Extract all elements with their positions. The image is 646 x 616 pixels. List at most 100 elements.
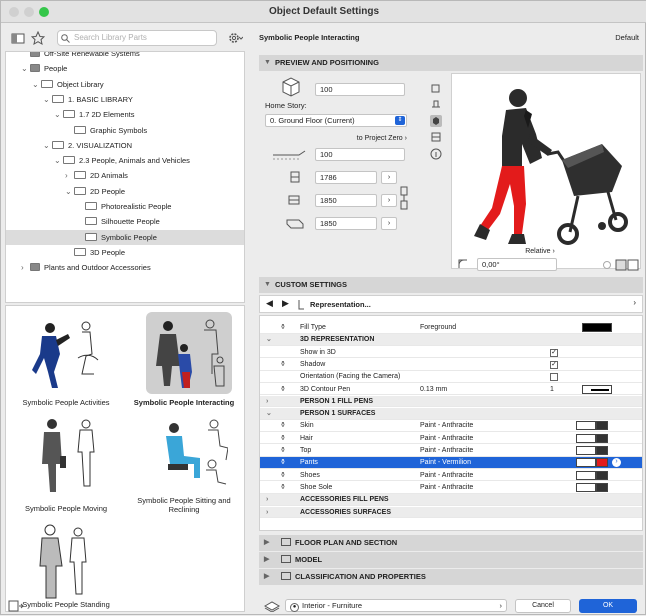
width-arrow-button[interactable]: › bbox=[381, 171, 397, 184]
elevation-field[interactable]: 100 bbox=[315, 83, 405, 96]
param-row[interactable]: › PERSON 1 FILL PENS bbox=[260, 395, 642, 408]
tree-item[interactable]: ⌄ Object Library bbox=[6, 77, 244, 92]
width-icon bbox=[290, 171, 300, 183]
section-header[interactable]: ▶ MODEL bbox=[259, 552, 643, 568]
to-project-zero-button[interactable]: to Project Zero › bbox=[343, 133, 407, 146]
tree-item[interactable]: ⌄ 1. BASIC LIBRARY bbox=[6, 92, 244, 107]
surface-picker-button[interactable]: › bbox=[612, 458, 621, 468]
depth-field[interactable]: 1850 bbox=[315, 194, 377, 207]
library-manager-icon[interactable] bbox=[7, 599, 25, 613]
tree-chevron-icon[interactable]: ⌄ bbox=[54, 153, 63, 168]
next-page-button[interactable]: ▶ bbox=[282, 298, 289, 309]
param-type-icon: ⚱ bbox=[280, 422, 286, 430]
thumb-interacting[interactable]: Symbolic People Interacting bbox=[128, 312, 240, 412]
layer-select[interactable]: ● Interior - Furniture › bbox=[285, 599, 507, 612]
tree-item[interactable]: › 2D Animals bbox=[6, 168, 244, 183]
height-field[interactable]: 1850 bbox=[315, 217, 377, 230]
search-placeholder: Search Library Parts bbox=[74, 33, 147, 42]
param-row[interactable]: ⚱ Shoe Sole Paint - Anthracite bbox=[260, 482, 642, 494]
object-box-icon bbox=[282, 77, 300, 97]
tree-item[interactable]: Off-Site Renewable Systems bbox=[6, 52, 244, 61]
tree-item[interactable]: Silhouette People bbox=[6, 214, 244, 229]
param-row[interactable]: › ACCESSORIES FILL PENS bbox=[260, 494, 642, 506]
tree-item[interactable]: Graphic Symbols bbox=[6, 123, 244, 138]
height-arrow-button[interactable]: › bbox=[381, 217, 397, 230]
param-name: ACCESSORIES FILL PENS bbox=[300, 496, 389, 504]
expand-toggle-icon[interactable]: › bbox=[266, 494, 268, 506]
section-header[interactable]: ▶ FLOOR PLAN AND SECTION bbox=[259, 535, 643, 551]
tree-chevron-icon[interactable]: ⌄ bbox=[65, 184, 74, 199]
tree-item[interactable]: ⌄ 2.3 People, Animals and Vehicles bbox=[6, 153, 244, 168]
link-chain-icon[interactable] bbox=[399, 185, 409, 211]
angle-field[interactable]: 0,00° bbox=[477, 258, 557, 271]
surface-color-swatch[interactable] bbox=[596, 458, 608, 468]
depth-arrow-button[interactable]: › bbox=[381, 194, 397, 207]
preview-mode-icons[interactable] bbox=[429, 81, 443, 177]
library-panel: Search Library Parts Off-Site Renewable … bbox=[5, 27, 245, 612]
param-row[interactable]: ⌄ 3D REPRESENTATION bbox=[260, 334, 642, 346]
tree-chevron-icon[interactable]: ⌄ bbox=[54, 107, 63, 122]
tree-item[interactable]: Photorealistic People bbox=[6, 199, 244, 214]
ok-button[interactable]: OK bbox=[579, 599, 637, 613]
tree-chevron-icon[interactable]: ⌄ bbox=[43, 92, 52, 107]
thumb-activities[interactable]: Symbolic People Activities bbox=[10, 312, 122, 412]
cancel-button[interactable]: Cancel bbox=[515, 599, 571, 613]
param-row[interactable]: ⚱ Shadow ✓ bbox=[260, 359, 642, 371]
section-header[interactable]: ▶ CLASSIFICATION AND PROPERTIES bbox=[259, 569, 643, 585]
param-row[interactable]: ⌄ PERSON 1 SURFACES bbox=[260, 408, 642, 420]
preview-section-header[interactable]: ▼ PREVIEW AND POSITIONING bbox=[259, 55, 643, 71]
param-checkbox[interactable]: ✓ bbox=[550, 348, 558, 357]
param-row[interactable]: ⚱ Fill Type Foreground bbox=[260, 322, 642, 334]
search-input[interactable]: Search Library Parts bbox=[57, 30, 217, 46]
width-field[interactable]: 1786 bbox=[315, 171, 377, 184]
folder-view-icon[interactable] bbox=[11, 32, 25, 44]
mirror-icons[interactable] bbox=[615, 259, 639, 271]
tree-chevron-icon[interactable]: ⌄ bbox=[32, 77, 41, 92]
tree-item[interactable]: ⌄ 2. VISUALIZATION bbox=[6, 138, 244, 153]
param-row[interactable]: ⚱ Pants Paint - Vermilion › bbox=[260, 457, 642, 469]
home-story-select[interactable]: 0. Ground Floor (Current) ⇕ bbox=[265, 114, 407, 127]
param-row[interactable]: ⚱ Hair Paint - Anthracite bbox=[260, 433, 642, 445]
settings-gear-icon[interactable] bbox=[227, 31, 243, 45]
param-row[interactable]: › ACCESSORIES SURFACES bbox=[260, 506, 642, 519]
expand-toggle-icon[interactable]: ⌄ bbox=[266, 408, 272, 420]
tree-chevron-icon[interactable]: ⌄ bbox=[21, 61, 30, 76]
expand-toggle-icon[interactable]: › bbox=[266, 507, 268, 519]
library-tree[interactable]: Off-Site Renewable Systems ⌄ People ⌄ Object… bbox=[5, 51, 245, 303]
surface-color-swatch[interactable] bbox=[596, 446, 608, 455]
expand-toggle-icon[interactable]: › bbox=[266, 396, 268, 408]
surface-color-swatch[interactable] bbox=[596, 433, 608, 443]
representation-bar[interactable]: ◀ ▶ Representation... › bbox=[259, 295, 643, 313]
tree-item[interactable]: ⌄ People bbox=[6, 61, 244, 76]
thumb-moving[interactable]: Symbolic People Moving bbox=[10, 414, 122, 514]
surface-color-swatch[interactable] bbox=[596, 470, 608, 480]
param-checkbox[interactable] bbox=[550, 373, 558, 382]
param-row[interactable]: ⚱ Top Paint - Anthracite bbox=[260, 445, 642, 457]
tree-chevron-icon[interactable]: › bbox=[65, 168, 74, 183]
surface-color-swatch[interactable] bbox=[596, 482, 608, 492]
pen-swatch[interactable] bbox=[582, 384, 612, 394]
offset-field[interactable]: 100 bbox=[315, 148, 405, 161]
param-row[interactable]: ⚱ 3D Contour Pen 0.13 mm 1 bbox=[260, 384, 642, 396]
surface-color-swatch[interactable] bbox=[596, 421, 608, 431]
tree-chevron-icon[interactable]: › bbox=[21, 260, 30, 275]
expand-toggle-icon[interactable]: ⌄ bbox=[266, 334, 272, 346]
previous-page-button[interactable]: ◀ bbox=[266, 298, 273, 309]
param-row[interactable]: ⚱ Skin Paint - Anthracite bbox=[260, 420, 642, 433]
mirror-radio[interactable] bbox=[603, 261, 611, 269]
param-checkbox[interactable]: ✓ bbox=[550, 360, 558, 369]
custom-settings-header[interactable]: ▼ CUSTOM SETTINGS bbox=[259, 277, 643, 293]
param-row[interactable]: ⚱ Shoes Paint - Anthracite bbox=[260, 470, 642, 482]
favorites-star-icon[interactable] bbox=[31, 31, 45, 45]
parameter-list[interactable]: ⚱ Fill Type Foreground ⌄ 3D REPRESENTATION Sh… bbox=[259, 315, 643, 531]
thumb-sitting[interactable]: Symbolic People Sitting and Reclining bbox=[128, 414, 240, 514]
tree-item[interactable]: 3D People bbox=[6, 245, 244, 260]
tree-item[interactable]: ⌄ 2D People bbox=[6, 184, 244, 199]
param-row[interactable]: Show in 3D ✓ bbox=[260, 347, 642, 359]
fill-swatch[interactable] bbox=[582, 323, 612, 332]
tree-chevron-icon[interactable]: ⌄ bbox=[43, 138, 52, 153]
tree-item[interactable]: ⌄ 1.7 2D Elements bbox=[6, 107, 244, 122]
tree-item[interactable]: › Plants and Outdoor Accessories bbox=[6, 260, 244, 275]
param-row[interactable]: Orientation (Facing the Camera) bbox=[260, 371, 642, 383]
tree-item[interactable]: Symbolic People bbox=[6, 229, 244, 245]
